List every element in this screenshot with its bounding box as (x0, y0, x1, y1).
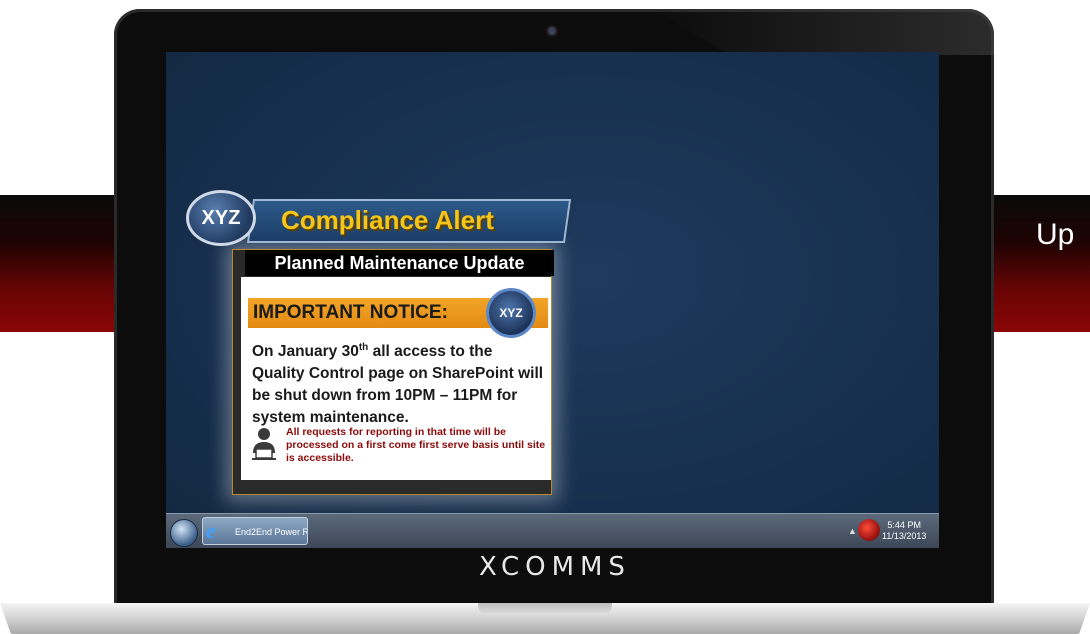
alert-footnote: All requests for reporting in that time … (286, 426, 546, 464)
start-orb-icon[interactable] (170, 519, 198, 547)
xyz-logo-icon: XYZ (186, 190, 256, 246)
tray-expand-arrow-icon[interactable]: ▲ (848, 526, 857, 536)
clock-date: 11/13/2013 (882, 531, 927, 541)
alert-title: Compliance Alert (281, 205, 494, 235)
tray-clock[interactable]: 5:44 PM 11/13/2013 (882, 520, 926, 542)
notice-logo-text: XYZ (499, 306, 523, 320)
webcam-icon (548, 27, 556, 35)
tray-alert-icon[interactable] (858, 519, 880, 541)
right-red-banner (990, 195, 1090, 332)
desktop-screen: Compliance Alert XYZ Planned Maintenance… (166, 52, 939, 548)
taskbar: End2End Power R... e ▲ 5:44 PM 11/13/201… (166, 513, 939, 548)
body-sup: th (358, 342, 369, 353)
task-label: End2End Power R... (235, 527, 307, 537)
laptop-brand-logo: XCOMMS (479, 552, 631, 582)
notice-label: IMPORTANT NOTICE: (253, 302, 448, 323)
left-red-banner (0, 195, 130, 332)
body-pre: On January 30 (252, 343, 359, 361)
laptop-notch (478, 603, 612, 615)
user-at-laptop-icon (252, 428, 276, 460)
xyz-refresh-logo-icon: XYZ (486, 288, 536, 338)
internet-explorer-icon: e (206, 518, 216, 543)
logo-text: XYZ (201, 206, 241, 229)
alert-body-text: On January 30th all access to the Qualit… (252, 337, 548, 429)
bezel-glare (654, 9, 994, 55)
alert-subheader: Planned Maintenance Update (245, 250, 554, 276)
banner-text: Up (1036, 218, 1075, 251)
clock-time: 5:44 PM (887, 520, 921, 530)
